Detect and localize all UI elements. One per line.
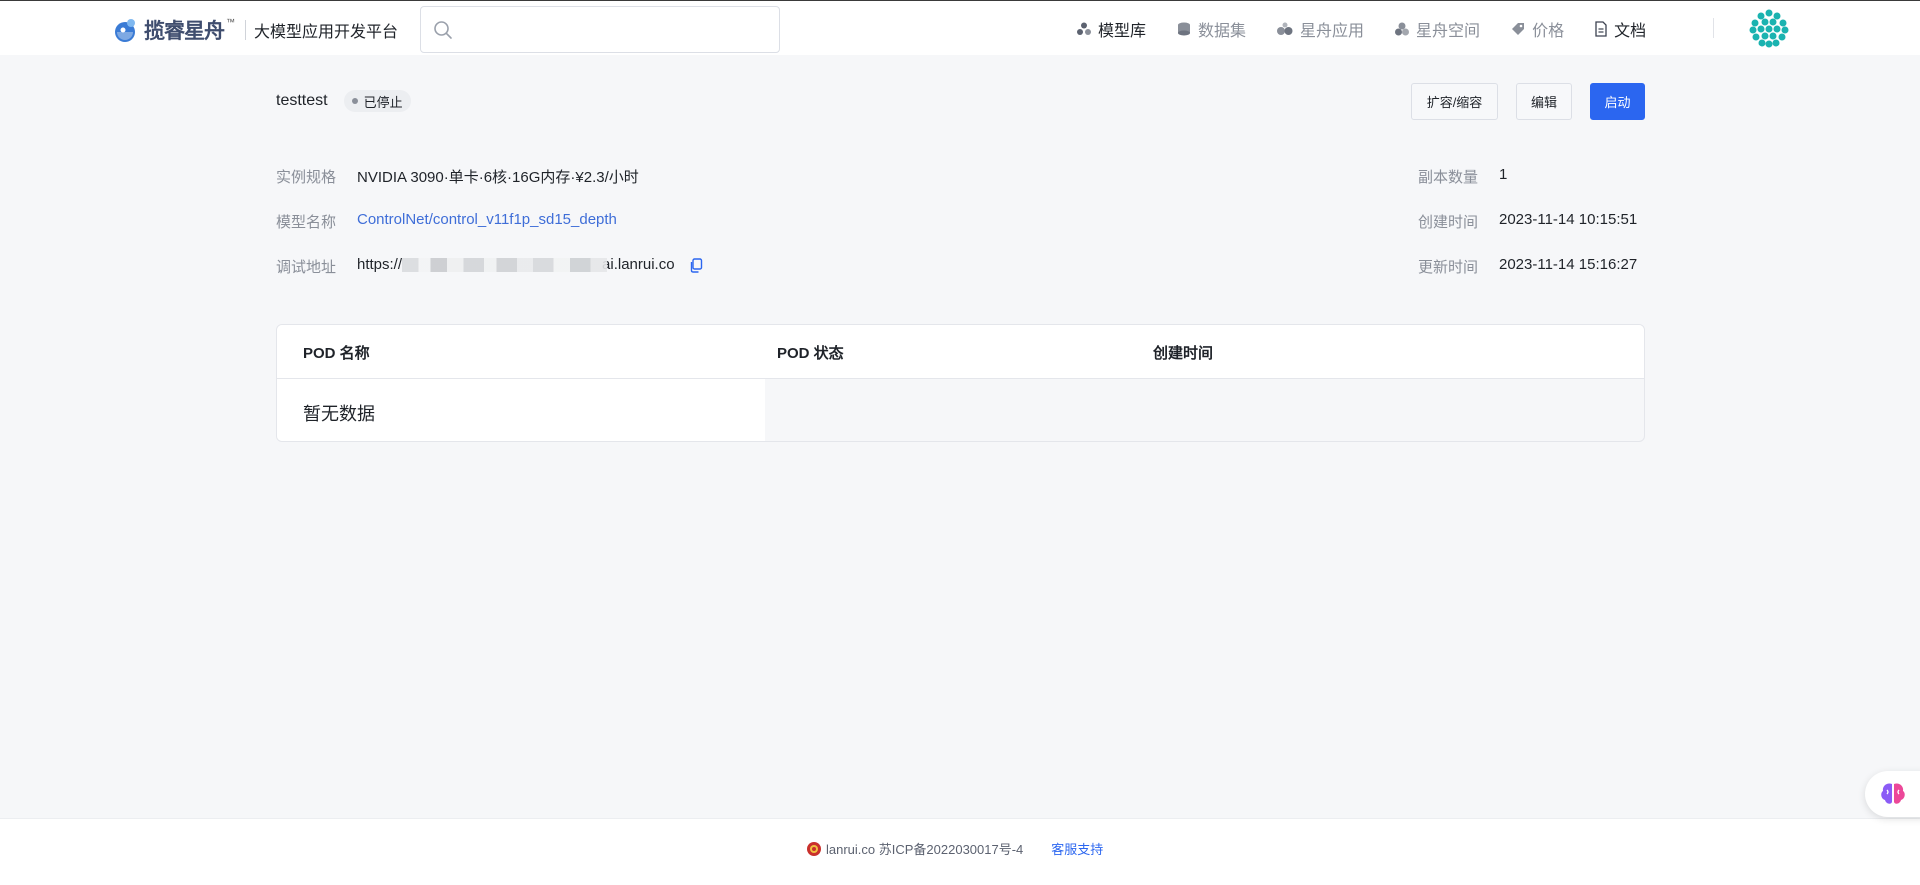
main-nav: 模型库 数据集 星舟应用 星舟空间 价格 文档 bbox=[1076, 17, 1676, 41]
updated-time-label: 更新时间 bbox=[1418, 259, 1479, 276]
column-header-created-time: 创建时间 bbox=[1153, 345, 1214, 362]
nav-label-apps: 星舟应用 bbox=[1300, 23, 1365, 40]
price-tag-icon bbox=[1512, 23, 1525, 35]
model-name-link[interactable]: ControlNet/control_v11f1p_sd15_depth bbox=[357, 211, 617, 228]
spec-label: 实例规格 bbox=[276, 169, 337, 186]
police-badge-icon bbox=[807, 841, 821, 856]
floating-assistant-button[interactable] bbox=[1865, 771, 1920, 817]
nav-divider bbox=[1713, 18, 1714, 38]
copy-icon[interactable] bbox=[689, 257, 703, 273]
table-header: POD 名称 POD 状态 创建时间 bbox=[277, 325, 1644, 379]
search-icon bbox=[434, 21, 452, 39]
nav-item-apps[interactable]: 星舟应用 bbox=[1276, 17, 1364, 41]
nav-label-space: 星舟空间 bbox=[1416, 23, 1481, 40]
nav-item-price[interactable]: 价格 bbox=[1510, 17, 1564, 41]
logo-divider bbox=[245, 20, 246, 40]
document-icon bbox=[1595, 21, 1607, 37]
icp-record-text[interactable]: lanrui.co 苏ICP备2022030017号-4 bbox=[826, 839, 1023, 858]
pod-table: POD 名称 POD 状态 创建时间 暂无数据 bbox=[276, 324, 1645, 442]
nav-item-space[interactable]: 星舟空间 bbox=[1394, 17, 1480, 41]
apps-icon bbox=[1277, 22, 1293, 35]
customer-support-link[interactable]: 客服支持 bbox=[1051, 839, 1103, 858]
status-text: 已停止 bbox=[363, 94, 403, 110]
created-time-label: 创建时间 bbox=[1418, 214, 1479, 231]
top-navigation-bar: 揽睿星舟 ™ 大模型应用开发平台 模型库 数据集 星舟应用 星舟空间 价格 文档 bbox=[0, 0, 1920, 55]
logo-text: 揽睿星舟 bbox=[144, 19, 225, 43]
empty-state-cell: 暂无数据 bbox=[277, 379, 765, 441]
nav-item-model-library[interactable]: 模型库 bbox=[1076, 17, 1146, 41]
nav-label-price: 价格 bbox=[1532, 23, 1565, 40]
debug-url-suffix: ai.lanrui.co bbox=[602, 256, 675, 273]
model-name-label: 模型名称 bbox=[276, 214, 337, 231]
nav-item-docs[interactable]: 文档 bbox=[1594, 17, 1646, 41]
column-header-pod-status: POD 状态 bbox=[777, 345, 844, 362]
logo-icon bbox=[115, 19, 135, 42]
nav-label-dataset: 数据集 bbox=[1198, 23, 1247, 40]
debug-url-value: https:// ai.lanrui.co bbox=[357, 256, 703, 273]
replica-count-value: 1 bbox=[1499, 166, 1508, 183]
platform-name: 大模型应用开发平台 bbox=[254, 24, 399, 41]
instance-name: testtest bbox=[276, 92, 328, 109]
scale-button[interactable]: 扩容/缩容 bbox=[1411, 83, 1498, 120]
footer-content: lanrui.co 苏ICP备2022030017号-4 客服支持 bbox=[806, 839, 1103, 858]
spec-value: NVIDIA 3090·单卡·6核·16G内存·¥2.3/小时 bbox=[357, 169, 639, 186]
brain-icon bbox=[1881, 783, 1905, 804]
nav-label-docs: 文档 bbox=[1614, 23, 1647, 40]
redacted-url-segment bbox=[402, 258, 608, 273]
nav-label-model-library: 模型库 bbox=[1098, 23, 1147, 40]
user-avatar[interactable] bbox=[1749, 8, 1789, 48]
status-badge: 已停止 bbox=[343, 90, 411, 112]
model-library-icon bbox=[1077, 22, 1091, 35]
status-dot-icon bbox=[351, 98, 358, 104]
empty-state-text: 暂无数据 bbox=[303, 404, 375, 424]
space-icon bbox=[1395, 22, 1410, 36]
start-button[interactable]: 启动 bbox=[1590, 83, 1645, 120]
trademark-symbol: ™ bbox=[226, 17, 235, 27]
footer: lanrui.co 苏ICP备2022030017号-4 客服支持 bbox=[0, 818, 1920, 885]
logo[interactable]: 揽睿星舟 ™ 大模型应用开发平台 bbox=[112, 15, 398, 45]
replica-count-label: 副本数量 bbox=[1418, 169, 1479, 186]
column-header-pod-name: POD 名称 bbox=[303, 345, 370, 362]
search-box[interactable] bbox=[420, 6, 780, 53]
instance-title-row: testtest 已停止 bbox=[276, 90, 411, 112]
debug-url-label: 调试地址 bbox=[276, 259, 337, 276]
updated-time-value: 2023-11-14 15:16:27 bbox=[1499, 256, 1638, 273]
edit-button[interactable]: 编辑 bbox=[1516, 83, 1572, 120]
debug-url-prefix: https:// bbox=[357, 256, 403, 273]
dataset-icon bbox=[1178, 22, 1191, 36]
created-time-value: 2023-11-14 10:15:51 bbox=[1499, 211, 1638, 228]
nav-item-dataset[interactable]: 数据集 bbox=[1176, 17, 1246, 41]
search-input[interactable] bbox=[461, 17, 761, 43]
